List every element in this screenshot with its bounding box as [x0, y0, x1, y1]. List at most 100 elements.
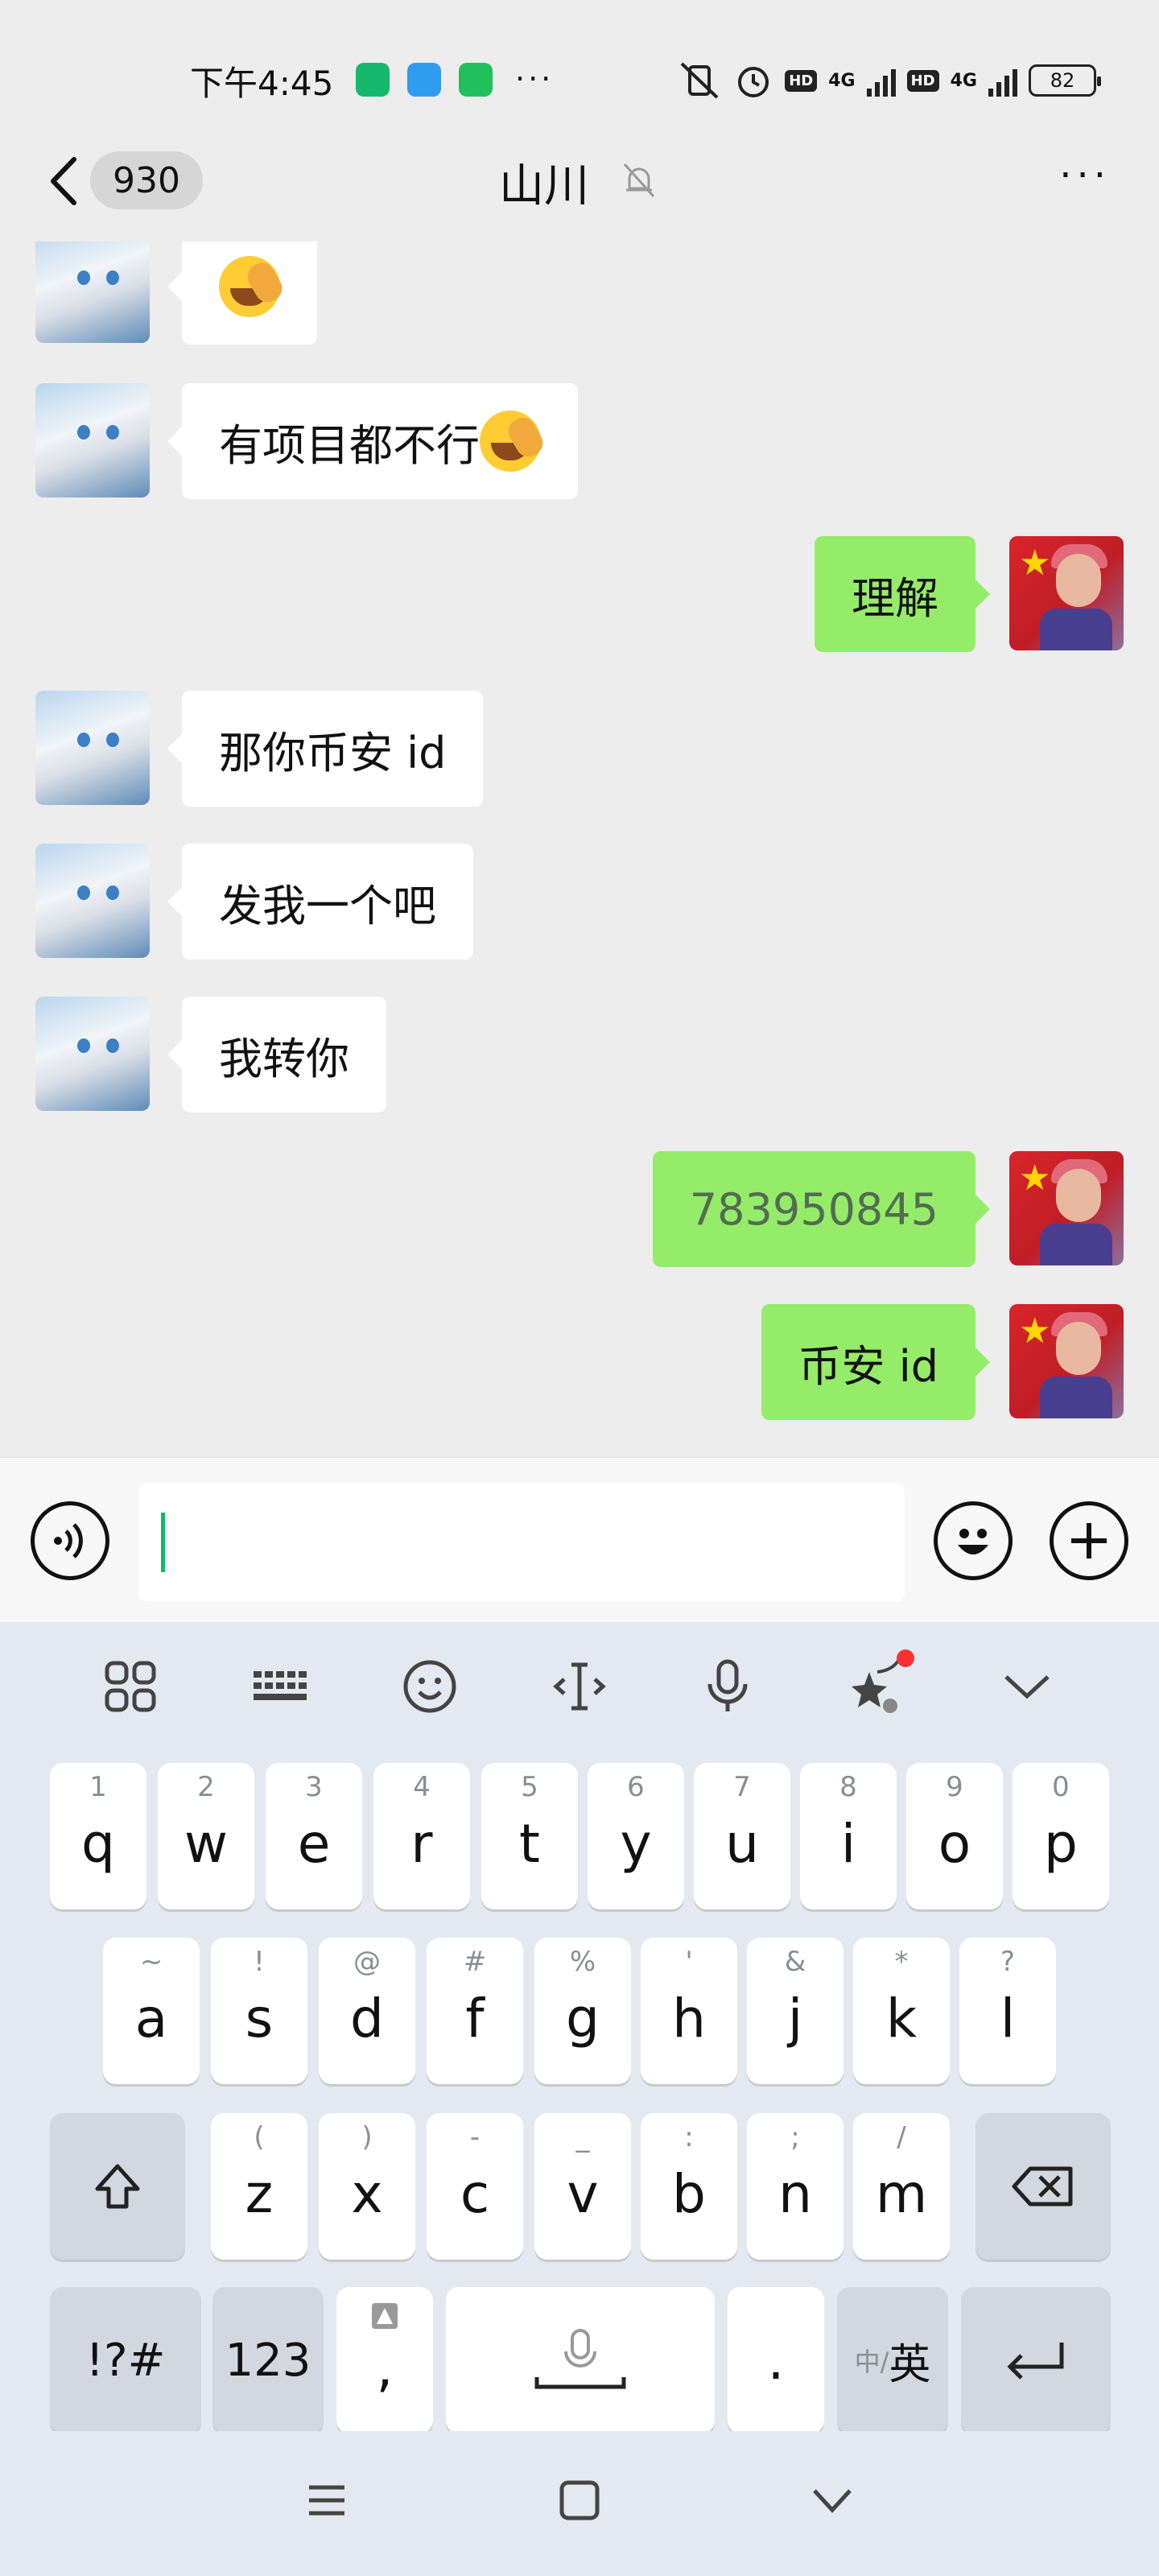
comma-key[interactable]: ,	[336, 2287, 433, 2434]
alarm-icon	[738, 67, 769, 97]
key-n[interactable]: ; n	[747, 2113, 843, 2260]
message-input[interactable]	[138, 1484, 905, 1601]
shift-key[interactable]	[50, 2113, 185, 2260]
contact-avatar[interactable]	[35, 997, 150, 1111]
message-bubble[interactable]: 783950845	[652, 1151, 991, 1267]
face-with-tears-of-joy-icon	[480, 411, 541, 472]
key-o[interactable]: 9o	[906, 1763, 1003, 1909]
back-nav-icon[interactable]	[810, 2478, 855, 2523]
key-w[interactable]: 2w	[158, 1763, 254, 1909]
collapse-chevron-icon[interactable]	[995, 1654, 1059, 1719]
plus-icon	[1071, 1523, 1107, 1558]
more-notifications-icon: ···	[515, 61, 555, 97]
key-e[interactable]: 3e	[266, 1763, 362, 1909]
menu-nav-icon[interactable]	[304, 2478, 349, 2523]
microphone-icon[interactable]	[695, 1654, 760, 1719]
signal-icon-2	[988, 64, 1017, 97]
backspace-key[interactable]	[975, 2113, 1111, 2260]
my-avatar[interactable]: ★	[1009, 1304, 1124, 1418]
apps-grid-icon[interactable]	[98, 1654, 163, 1719]
message-bubble[interactable]	[167, 242, 317, 345]
key-v[interactable]: _ v	[534, 2113, 631, 2260]
key-s[interactable]: ! s	[211, 1938, 307, 2084]
key-q[interactable]: 1q	[50, 1763, 146, 1909]
chat-title: 山川	[499, 160, 589, 213]
period-key[interactable]: .	[728, 2287, 824, 2434]
key-l[interactable]: ? l	[959, 1938, 1056, 2084]
voice-waves-icon	[54, 1523, 83, 1558]
emoji-button[interactable]	[934, 1501, 1013, 1580]
key-m[interactable]: / m	[853, 2113, 950, 2260]
key-f[interactable]: # f	[427, 1938, 523, 2084]
key-d[interactable]: @ d	[319, 1938, 415, 2084]
network-type-2: 4G	[950, 70, 977, 91]
my-avatar[interactable]: ★	[1009, 536, 1124, 650]
message-bubble[interactable]: 我转你	[167, 997, 386, 1113]
my-avatar[interactable]: ★	[1009, 1151, 1124, 1265]
key-b[interactable]: :b	[641, 2113, 737, 2260]
key-t[interactable]: 5t	[481, 1763, 578, 1909]
home-nav-icon[interactable]	[557, 2478, 602, 2523]
contact-avatar[interactable]	[35, 691, 150, 805]
key-x[interactable]: ) x	[319, 2113, 415, 2260]
key-h[interactable]: ' h	[641, 1938, 737, 2084]
numbers-key[interactable]: 123	[212, 2287, 324, 2434]
emoji-icon[interactable]	[398, 1654, 462, 1719]
ai-star-icon[interactable]	[843, 1649, 914, 1719]
status-right: HD 4G HD 4G 82	[677, 58, 1101, 103]
enter-arrow-icon	[1007, 2343, 1064, 2380]
system-nav-bar	[0, 2431, 1159, 2576]
wechat-notification-icon	[459, 63, 493, 97]
message-text: 理解	[852, 572, 938, 624]
status-bar: 下午4:45 ··· HD 4G HD 4G 82	[0, 0, 1159, 103]
smiley-icon	[958, 1529, 988, 1554]
shift-arrow-icon	[95, 2164, 140, 2209]
status-time: 下午4:45	[190, 64, 334, 103]
vibrate-off-icon	[680, 62, 719, 99]
key-k[interactable]: * k	[853, 1938, 950, 2084]
key-p[interactable]: 0p	[1013, 1763, 1109, 1909]
key-i[interactable]: 8i	[800, 1763, 897, 1909]
hd-icon: HD	[785, 69, 818, 92]
message-bubble[interactable]: 理解	[815, 536, 990, 652]
message-list: 有项目都不行 理解 ★ 那你币安 id 发我一个吧 我转你 783950845 …	[0, 242, 1159, 1457]
key-a[interactable]: ~ a	[103, 1938, 200, 2084]
key-j[interactable]: & j	[747, 1938, 843, 2084]
contact-avatar[interactable]	[35, 844, 150, 958]
contact-avatar[interactable]	[35, 383, 150, 497]
message-bubble[interactable]: 那你币安 id	[167, 691, 484, 807]
mute-bell-icon	[623, 163, 655, 198]
unread-count-badge[interactable]: 930	[90, 151, 203, 209]
space-key[interactable]	[446, 2287, 715, 2434]
voice-input-button[interactable]	[31, 1501, 109, 1580]
contact-avatar[interactable]	[35, 242, 150, 343]
message-bubble[interactable]: 币安 id	[761, 1304, 991, 1420]
symbols-key[interactable]: !?#	[50, 2287, 201, 2434]
key-z[interactable]: (z	[211, 2113, 307, 2260]
more-options-button[interactable]: ···	[1059, 156, 1111, 195]
keyboard-icon[interactable]	[248, 1654, 312, 1719]
face-with-tears-of-joy-icon	[219, 256, 280, 317]
key-c[interactable]: -c	[427, 2113, 523, 2260]
key-y[interactable]: 6y	[588, 1763, 684, 1909]
text-cursor	[161, 1513, 165, 1572]
plus-button[interactable]	[1050, 1501, 1128, 1580]
message-bubble[interactable]: 有项目都不行	[167, 383, 578, 499]
enter-key[interactable]	[961, 2287, 1111, 2434]
cursor-icon[interactable]	[547, 1654, 612, 1719]
space-mic-icon	[534, 2329, 626, 2389]
message-text: 那你币安 id	[219, 727, 447, 778]
back-arrow-icon[interactable]	[42, 153, 90, 209]
key-g[interactable]: % g	[534, 1938, 631, 2084]
font-a-icon	[372, 2303, 398, 2329]
key-r[interactable]: 4r	[373, 1763, 470, 1909]
chat-header: 930 山川 ···	[0, 129, 1159, 233]
language-switch-key[interactable]: 中/ 英	[837, 2287, 948, 2434]
message-bubble[interactable]: 发我一个吧	[167, 844, 473, 960]
battery-icon: 82	[1029, 64, 1101, 97]
input-bar	[0, 1457, 1159, 1622]
app-notification-icon-1	[356, 63, 390, 97]
message-text: 我转你	[219, 1033, 349, 1084]
key-u[interactable]: 7u	[694, 1763, 790, 1909]
message-text: 发我一个吧	[219, 880, 436, 931]
